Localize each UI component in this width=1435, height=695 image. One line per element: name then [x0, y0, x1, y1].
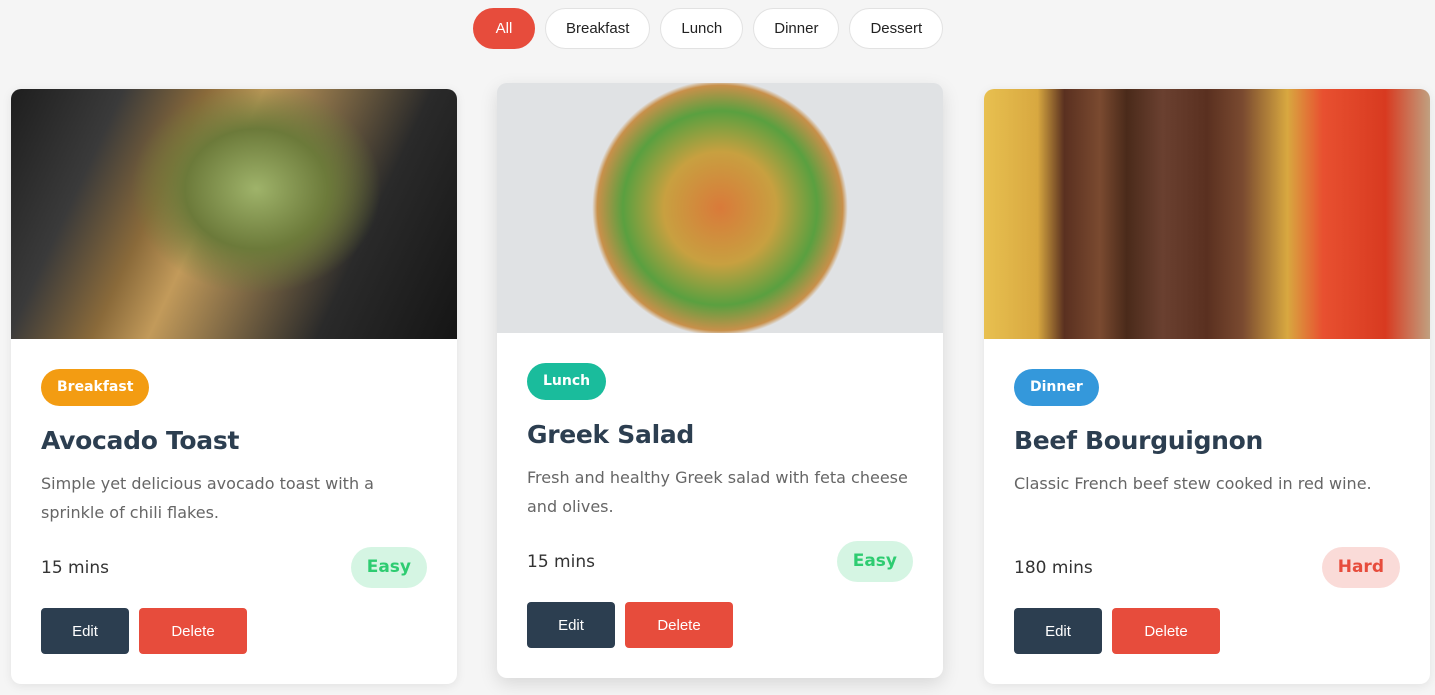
filter-all[interactable]: All [473, 8, 535, 49]
recipe-title: Beef Bourguignon [1014, 426, 1264, 455]
difficulty-badge: Easy [350, 547, 427, 588]
edit-button[interactable]: Edit [527, 602, 615, 648]
filter-breakfast[interactable]: Breakfast [545, 8, 651, 49]
recipe-description: Simple yet delicious avocado toast with … [41, 474, 374, 522]
delete-button[interactable]: Delete [625, 602, 733, 648]
delete-button[interactable]: Delete [1112, 608, 1220, 654]
recipe-image [497, 83, 943, 333]
recipe-card: Dinner Beef Bourguignon Classic French b… [984, 89, 1430, 684]
recipe-description: Fresh and healthy Greek salad with feta … [527, 468, 908, 516]
edit-button[interactable]: Edit [41, 608, 129, 654]
recipe-image [984, 89, 1430, 339]
difficulty-badge: Hard [1321, 547, 1400, 588]
difficulty-badge: Easy [836, 541, 913, 582]
filter-lunch[interactable]: Lunch [660, 8, 744, 49]
recipe-card: Breakfast Avocado Toast Simple yet delic… [11, 89, 457, 684]
recipe-image [11, 89, 457, 339]
cook-time: 15 mins [527, 551, 595, 572]
recipe-card: Lunch Greek Salad Fresh and healthy Gree… [497, 83, 943, 678]
recipe-description: Classic French beef stew cooked in red w… [1014, 474, 1372, 493]
category-badge: Lunch [527, 363, 607, 400]
filter-dinner[interactable]: Dinner [753, 8, 840, 49]
recipe-title: Avocado Toast [41, 426, 240, 455]
edit-button[interactable]: Edit [1014, 608, 1102, 654]
category-badge: Dinner [1014, 369, 1099, 406]
category-filters: All Breakfast Lunch Dinner Dessert [473, 8, 944, 49]
delete-button[interactable]: Delete [139, 608, 247, 654]
recipe-title: Greek Salad [527, 420, 695, 449]
cook-time: 180 mins [1014, 557, 1093, 578]
category-badge: Breakfast [41, 369, 150, 406]
cook-time: 15 mins [41, 557, 109, 578]
filter-dessert[interactable]: Dessert [849, 8, 944, 49]
